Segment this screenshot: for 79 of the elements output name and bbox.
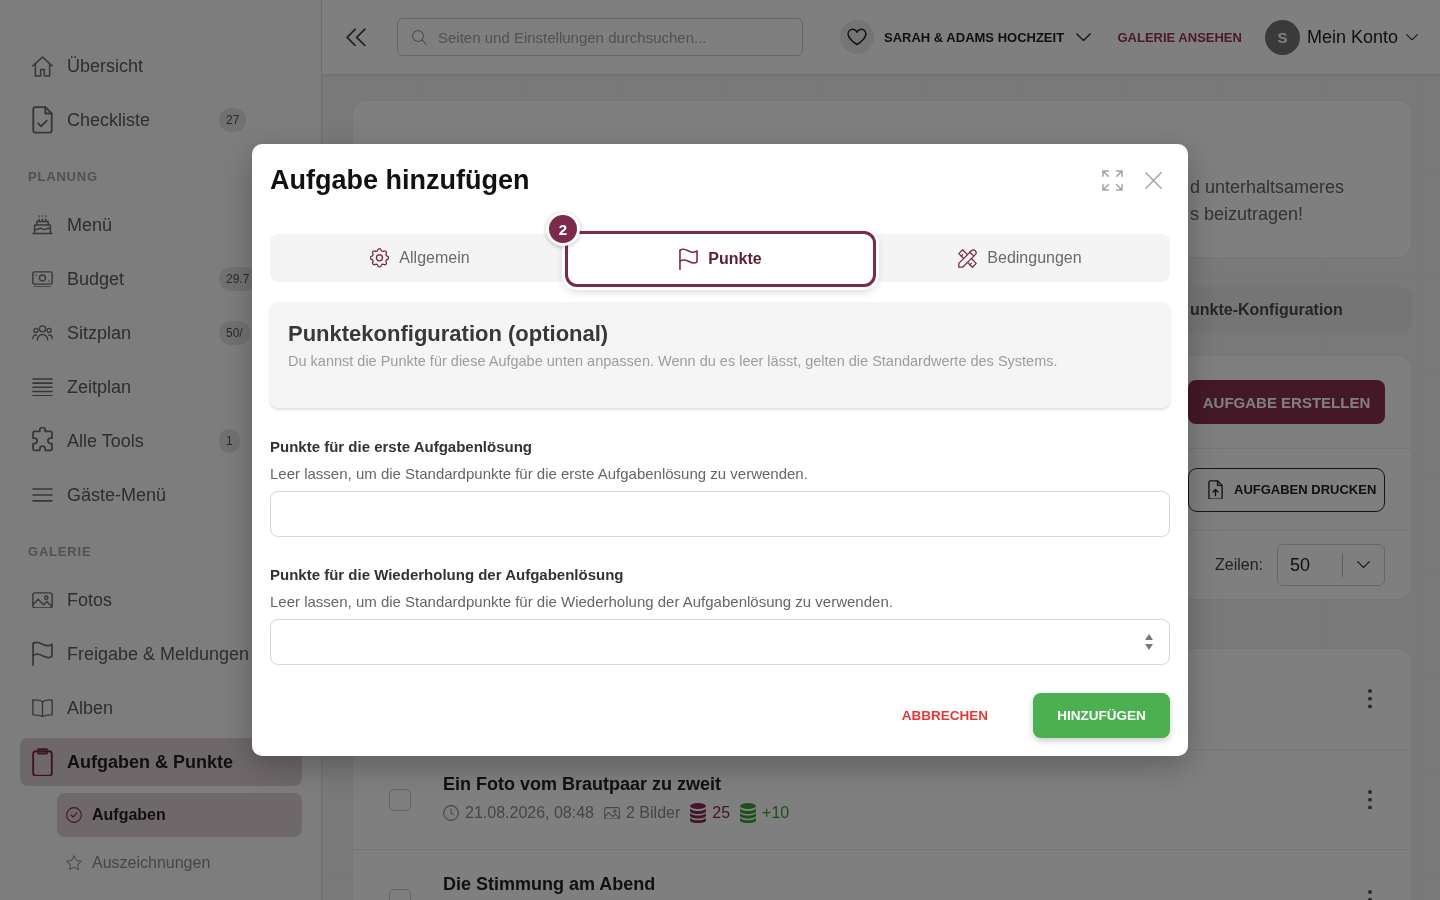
- sidebar-item[interactable]: Menü: [20, 201, 113, 249]
- expand-icon: [1101, 169, 1123, 191]
- settings-icon: [370, 248, 390, 268]
- kebab-icon: [1368, 789, 1372, 810]
- document-check-icon: [32, 106, 53, 134]
- flag-icon: [679, 247, 699, 271]
- sidebar-item[interactable]: Gäste-Menü: [20, 471, 167, 519]
- sidebar-item[interactable]: Zeitplan: [20, 363, 132, 411]
- count-badge: 1: [219, 429, 240, 453]
- file-upload-icon: [1208, 479, 1223, 500]
- dialog-title: Aufgabe hinzufügen: [270, 164, 530, 196]
- cake-icon: [32, 215, 53, 235]
- event-selector[interactable]: SARAH & ADAMS HOCHZEIT: [840, 20, 1092, 54]
- check-circle-icon: [66, 807, 82, 823]
- info-text: Du kannst die Punkte für diese Aufgabe unten anpassen. Wenn du es leer lässt, gelten die Standardwerte des Systems.: [288, 352, 1058, 371]
- close-icon: [1144, 171, 1162, 189]
- house-icon: [32, 55, 53, 77]
- star-icon: [66, 855, 82, 871]
- menu-icon: [32, 488, 53, 502]
- gallery-link[interactable]: GALERIE ANSEHEN: [1117, 29, 1242, 45]
- flag-icon: [32, 641, 53, 667]
- collapse-sidebar-button[interactable]: [346, 27, 366, 47]
- double-chevron-left-icon: [346, 27, 366, 47]
- task-date: 21.08.2026, 08:48: [465, 804, 594, 822]
- stacked-lines-icon: [32, 377, 53, 397]
- count-badge: 50/: [219, 321, 250, 345]
- book-icon: [32, 698, 53, 718]
- coin-stack-icon: [690, 802, 707, 824]
- image-icon: [604, 806, 620, 820]
- sidebar-item[interactable]: Checkliste: [20, 96, 205, 144]
- config-tab[interactable]: unkte-Konfiguration: [1190, 301, 1343, 319]
- sidebar-subitem[interactable]: Aufgaben: [57, 793, 302, 837]
- sidebar-item[interactable]: Übersicht: [20, 42, 144, 90]
- sidebar-item[interactable]: Freigabe & Meldungen: [20, 630, 250, 678]
- tab-badge: 2: [546, 212, 580, 246]
- confirm-button[interactable]: HINZUFÜGEN: [1033, 693, 1170, 738]
- sidebar-item[interactable]: Budget: [20, 255, 205, 303]
- clock-icon: [443, 805, 459, 821]
- sidebar-item[interactable]: Sitzplan: [20, 309, 205, 357]
- field-label: Punkte für die Wiederholung der Aufgabenlösung: [270, 565, 624, 585]
- photo-count: 2 Bilder: [626, 804, 681, 822]
- banknote-icon: [32, 270, 53, 288]
- image-icon: [32, 591, 53, 609]
- chevron-down-icon: [1406, 33, 1418, 41]
- sidebar-item[interactable]: Fotos: [20, 576, 113, 624]
- field-hint: Leer lassen, um die Standardpunkte für die erste Aufgabenlösung zu verwenden.: [270, 464, 808, 484]
- input-field[interactable]: [270, 619, 1170, 665]
- avatar: S: [1264, 19, 1300, 55]
- search-icon: [412, 30, 427, 45]
- task-title: Ein Foto vom Brautpaar zu zweit: [443, 773, 723, 796]
- chevron-down-icon: [1357, 561, 1370, 569]
- count-badge: 27: [219, 108, 247, 132]
- kebab-icon: [1368, 689, 1372, 709]
- spinner-icon: [1144, 634, 1154, 650]
- coin-stack-icon: [740, 802, 757, 824]
- points: 25: [712, 804, 731, 822]
- print-tasks-button[interactable]: AUFGABEN DRUCKEN: [1188, 467, 1385, 512]
- field-label: Punkte für die erste Aufgabenlösung: [270, 437, 532, 457]
- info-title: Punktekonfiguration (optional): [288, 320, 609, 348]
- rows-select[interactable]: 50: [1277, 544, 1385, 586]
- chevron-down-icon: [1076, 32, 1092, 42]
- bonus-points: +10: [762, 804, 790, 822]
- sidebar-item[interactable]: Alle Tools: [20, 417, 205, 465]
- tab[interactable]: Allgemein: [366, 241, 474, 275]
- crossed-tools-icon: [958, 248, 978, 268]
- people-icon: [32, 325, 53, 341]
- tab[interactable]: Bedingungen: [954, 241, 1086, 275]
- account-menu[interactable]: Mein Konto: [1306, 26, 1418, 48]
- sidebar-item[interactable]: Alben: [20, 684, 114, 732]
- rows-label: Zeilen:: [1214, 556, 1263, 574]
- input-field[interactable]: [270, 491, 1170, 537]
- create-task-button[interactable]: AUFGABE ERSTELLEN: [1188, 380, 1385, 424]
- cancel-button[interactable]: ABBRECHEN: [879, 693, 1010, 738]
- clipboard-icon: [32, 747, 53, 777]
- sidebar-item[interactable]: Aufgaben & Punkte: [20, 738, 302, 786]
- checkbox[interactable]: [389, 788, 411, 811]
- field-hint: Leer lassen, um die Standardpunkte für die Wiederholung der Aufgabenlösung zu verwenden.: [270, 592, 893, 612]
- intro-text: d unterhaltsameres s beizutragen!: [1190, 176, 1345, 226]
- task-title: Die Stimmung am Abend: [443, 873, 656, 896]
